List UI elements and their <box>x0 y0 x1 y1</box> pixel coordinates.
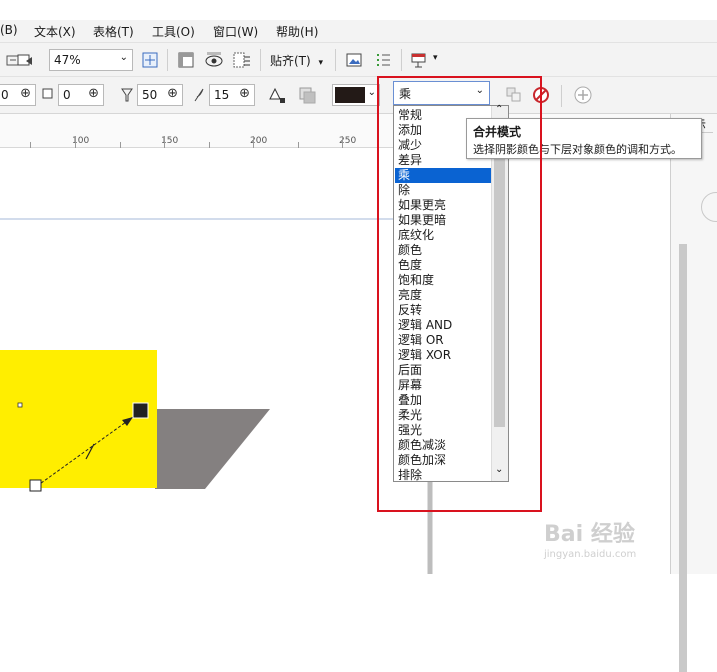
feather-edges-icon[interactable] <box>296 84 318 106</box>
shadow-start-handle <box>29 479 42 492</box>
shadow-feather-value: 15 <box>214 88 230 102</box>
canvas-drawing <box>0 218 433 574</box>
ruler-tick <box>120 142 121 148</box>
zoom-level-select[interactable]: 47% ⌄ <box>49 49 133 71</box>
shadow-end-handle <box>132 402 149 419</box>
toolbar-separator <box>561 85 562 107</box>
drawing-canvas[interactable]: Bai 经验 jingyan.baidu.com <box>0 149 670 574</box>
center-handle <box>17 402 23 408</box>
ruler-tick <box>342 136 343 148</box>
snap-to-dropdown[interactable]: 贴齐(T) ▾ <box>270 52 323 69</box>
caret-down-icon: ▾ <box>318 58 324 68</box>
square-icon <box>42 88 54 103</box>
menu-item-text[interactable]: 文本(X) <box>34 23 76 40</box>
offset-y-value: 0 <box>63 88 71 102</box>
toolbar-separator <box>401 49 402 71</box>
view-icon[interactable] <box>203 49 225 71</box>
yellow-rectangle <box>0 350 157 488</box>
docker-circle-icon <box>701 192 717 222</box>
application-launcher-icon[interactable] <box>408 49 430 71</box>
drop-shadow-shape <box>155 409 270 489</box>
feather-icon <box>192 87 206 106</box>
rulers-icon[interactable] <box>175 49 197 71</box>
shadow-feather-input[interactable]: 15 ⊕ <box>209 84 255 106</box>
shadow-opacity-value: 50 <box>142 88 158 102</box>
chevron-down-icon: ⌄ <box>119 52 128 63</box>
offset-y-input[interactable]: 0 ⊕ <box>58 84 104 106</box>
ruler-tick <box>164 136 165 148</box>
watermark-url: jingyan.baidu.com <box>544 549 637 560</box>
toolbar-separator <box>335 49 336 71</box>
menu-item-table[interactable]: 表格(T) <box>93 23 134 40</box>
image-icon[interactable] <box>343 49 365 71</box>
zoom-fit-icon[interactable] <box>139 49 161 71</box>
ruler-tick <box>298 142 299 148</box>
shadow-opacity-input[interactable]: 50 ⊕ <box>137 84 183 106</box>
snap-to-label: 贴齐(T) <box>270 54 311 68</box>
spinner-icon[interactable]: ⊕ <box>167 86 178 101</box>
caret-down-icon[interactable]: ▾ <box>433 53 438 63</box>
add-icon[interactable] <box>572 84 594 106</box>
publish-icon[interactable] <box>14 49 36 71</box>
spinner-icon[interactable]: ⊕ <box>88 86 99 101</box>
standard-toolbar: 47% ⌄ 贴齐(T) ▾ ▾ <box>0 42 717 76</box>
property-bar: 0 ⊕ 0 ⊕ 50 ⊕ 15 ⊕ ⌄ <box>0 76 717 114</box>
baidu-watermark: Bai 经验 jingyan.baidu.com <box>544 516 680 560</box>
zoom-level-value: 47% <box>54 53 81 67</box>
ruler-tick <box>253 136 254 148</box>
watermark-title: Bai 经验 <box>544 522 635 547</box>
feather-direction-icon[interactable] <box>266 84 288 106</box>
shadow-color-swatch <box>335 87 365 103</box>
menu-item-help[interactable]: 帮助(H) <box>276 23 318 40</box>
opacity-icon <box>120 87 134 106</box>
ruler-tick <box>75 136 76 148</box>
toolbar-separator <box>167 49 168 71</box>
ruler-tick <box>209 142 210 148</box>
menu-item-window[interactable]: 窗口(W) <box>213 23 258 40</box>
menu-bar: (B) 文本(X) 表格(T) 工具(O) 窗口(W) 帮助(H) <box>0 20 717 42</box>
hints-docker[interactable]: 提示 <box>670 114 717 672</box>
offset-x-value: 0 <box>1 88 9 102</box>
highlight-annotation <box>377 76 542 512</box>
ruler-tick <box>30 142 31 148</box>
toolbar-separator <box>260 49 261 71</box>
chevron-down-icon: ⌄ <box>367 87 376 98</box>
docker-scrollbar[interactable] <box>679 244 687 672</box>
offset-x-input[interactable]: 0 ⊕ <box>0 84 36 106</box>
guidelines-icon[interactable] <box>231 49 253 71</box>
menu-item-tools[interactable]: 工具(O) <box>152 23 195 40</box>
menu-item-b[interactable]: (B) <box>0 23 18 37</box>
spinner-icon[interactable]: ⊕ <box>239 86 250 101</box>
spinner-icon[interactable]: ⊕ <box>20 86 31 101</box>
shadow-color-picker[interactable]: ⌄ <box>332 84 380 106</box>
options-icon[interactable] <box>372 49 394 71</box>
